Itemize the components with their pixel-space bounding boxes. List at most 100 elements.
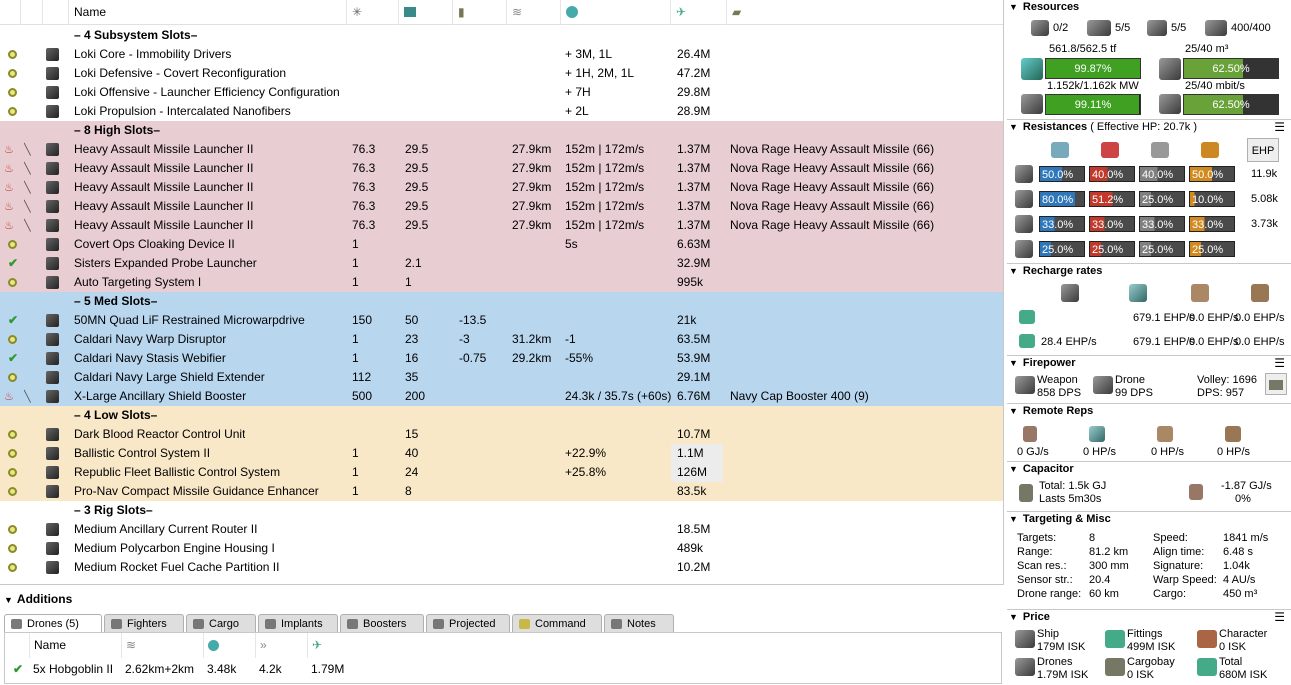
module-row[interactable]: Caldari Navy Large Shield Extender 112 35 2…	[0, 368, 1003, 387]
module-row[interactable]: Loki Propulsion - Intercalated Nanofiber…	[0, 102, 1003, 121]
tab-implants[interactable]: Implants	[258, 614, 338, 632]
tab-command[interactable]: Command	[512, 614, 602, 632]
module-row[interactable]: Pro-Nav Compact Missile Guidance Enhance…	[0, 482, 1003, 501]
active-state-icon[interactable]	[8, 425, 17, 444]
drone-price-icon[interactable]: ✈	[307, 633, 359, 658]
price-header[interactable]: ▼ Price	[1009, 611, 1050, 623]
drone-hp-icon[interactable]	[203, 633, 255, 658]
module-row[interactable]: Covert Ops Cloaking Device II 1 5s 6.63M	[0, 235, 1003, 254]
active-state-icon[interactable]	[8, 520, 17, 539]
misc-icon[interactable]	[560, 0, 670, 25]
active-state-icon[interactable]	[8, 463, 17, 482]
online-check-icon[interactable]: ✔	[8, 254, 18, 273]
drone-header-name[interactable]: Name	[29, 633, 121, 658]
module-row[interactable]: ♨ ╲ Heavy Assault Missile Launcher II 76.3 2…	[0, 216, 1003, 235]
active-state-icon[interactable]	[8, 64, 17, 83]
tab-drones[interactable]: Drones (5)	[4, 614, 102, 632]
active-state-icon[interactable]	[8, 482, 17, 501]
overheat-icon[interactable]: ♨	[4, 140, 14, 159]
tab-cargo[interactable]: Cargo	[186, 614, 256, 632]
overheat-icon[interactable]: ♨	[4, 178, 14, 197]
tab-projected[interactable]: Projected	[426, 614, 510, 632]
active-state-icon[interactable]	[8, 330, 17, 349]
online-check-icon[interactable]: ✔	[8, 349, 18, 368]
module-icon	[46, 254, 59, 273]
header-state-col[interactable]	[20, 0, 42, 25]
calibration-icon	[1031, 20, 1049, 36]
slot-section-header[interactable]: – 4 Subsystem Slots–	[0, 26, 1003, 45]
module-row[interactable]: ✔ Sisters Expanded Probe Launcher 1 2.1 32.9…	[0, 254, 1003, 273]
capacitor-use-icon[interactable]: ▮	[452, 0, 506, 25]
slot-section-header[interactable]: – 3 Rig Slots–	[0, 501, 1003, 520]
overheat-icon[interactable]: ♨	[4, 159, 14, 178]
firepower-menu-icon[interactable]: ☰	[1274, 356, 1285, 370]
misc-stat-label: Warp Speed:	[1153, 574, 1217, 586]
targeting-header[interactable]: ▼ Targeting & Misc	[1009, 513, 1111, 525]
module-row[interactable]: ♨ ╲ Heavy Assault Missile Launcher II 76.3 2…	[0, 178, 1003, 197]
recharge-header[interactable]: ▼ Recharge rates	[1009, 265, 1102, 277]
module-row[interactable]: Medium Polycarbon Engine Housing I 489k	[0, 539, 1003, 558]
module-row[interactable]: Loki Offensive - Launcher Efficiency Con…	[0, 83, 1003, 102]
drone-speed-icon[interactable]: »	[255, 633, 307, 658]
overheat-icon[interactable]: ♨	[4, 387, 14, 406]
slot-section-header[interactable]: – 8 High Slots–	[0, 121, 1003, 140]
slot-section-header[interactable]: – 5 Med Slots–	[0, 292, 1003, 311]
module-row[interactable]: ✔ 50MN Quad LiF Restrained Microwarpdrive…	[0, 311, 1003, 330]
misc-value: 152m | 172m/s	[565, 180, 645, 194]
powergrid-icon[interactable]	[398, 0, 452, 25]
resistances-menu-icon[interactable]: ☰	[1274, 120, 1285, 134]
remote-reps-header[interactable]: ▼ Remote Reps	[1009, 405, 1093, 417]
slot-section-header[interactable]: – 4 Low Slots–	[0, 406, 1003, 425]
price-value: 1.37M	[677, 180, 711, 194]
online-check-icon[interactable]: ✔	[8, 311, 18, 330]
active-state-icon[interactable]	[8, 444, 17, 463]
header-name[interactable]: Name	[68, 0, 346, 25]
range-icon[interactable]: ≋	[506, 0, 560, 25]
cpu-icon[interactable]: ✳	[346, 0, 398, 25]
resistances-header[interactable]: ▼ Resistances ( Effective HP: 20.7k )	[1009, 121, 1197, 133]
module-row[interactable]: ✔ Caldari Navy Stasis Webifier 1 16 -0.75 29.…	[0, 349, 1003, 368]
firepower-settings-button[interactable]	[1265, 373, 1287, 395]
module-row[interactable]: Republic Fleet Ballistic Control System 1…	[0, 463, 1003, 482]
active-state-icon[interactable]	[8, 539, 17, 558]
active-state-icon[interactable]	[8, 45, 17, 64]
module-row[interactable]: ♨ ╲ Heavy Assault Missile Launcher II 76.3 2…	[0, 159, 1003, 178]
additions-header[interactable]: ▼ Additions	[4, 592, 72, 606]
active-state-icon[interactable]	[8, 235, 17, 254]
capacitor-header[interactable]: ▼ Capacitor	[1009, 463, 1074, 475]
price-menu-icon[interactable]: ☰	[1274, 610, 1285, 624]
module-row[interactable]: Caldari Navy Warp Disruptor 1 23 -3 31.2km -1…	[0, 330, 1003, 349]
overheat-icon[interactable]: ♨	[4, 216, 14, 235]
module-row[interactable]: Auto Targeting System I 1 1 995k	[0, 273, 1003, 292]
drone-name[interactable]: 5x Hobgoblin II	[33, 660, 113, 678]
module-row[interactable]: ♨ ╲ Heavy Assault Missile Launcher II 76.3 2…	[0, 197, 1003, 216]
active-state-icon[interactable]	[8, 102, 17, 121]
ammo-icon[interactable]: ▰	[726, 0, 1003, 25]
module-row[interactable]: ♨ ╲ Heavy Assault Missile Launcher II 76.3 2…	[0, 140, 1003, 159]
active-state-icon[interactable]	[8, 83, 17, 102]
section-label: – 4 Low Slots–	[74, 408, 158, 422]
active-state-icon[interactable]	[8, 558, 17, 577]
tab-notes[interactable]: Notes	[604, 614, 674, 632]
overheat-icon[interactable]: ♨	[4, 197, 14, 216]
tab-fighters[interactable]: Fighters	[104, 614, 184, 632]
module-row[interactable]: ♨ ╲ X-Large Ancillary Shield Booster 500 200…	[0, 387, 1003, 406]
drone-range-icon[interactable]: ≋	[121, 633, 203, 658]
firepower-header[interactable]: ▼ Firepower	[1009, 357, 1076, 369]
price-icon[interactable]: ✈	[670, 0, 726, 25]
active-state-icon[interactable]	[8, 273, 17, 292]
module-row[interactable]: Medium Ancillary Current Router II 18.5M	[0, 520, 1003, 539]
module-row[interactable]: Dark Blood Reactor Control Unit 15 10.7M	[0, 425, 1003, 444]
ehp-button[interactable]: EHP	[1247, 138, 1279, 162]
header-icon-col[interactable]	[42, 0, 68, 25]
cpu-value: 1	[352, 256, 359, 270]
drone-active-check[interactable]: ✔	[13, 660, 23, 678]
module-row[interactable]: Medium Rocket Fuel Cache Partition II 10.…	[0, 558, 1003, 577]
range-value: 29.2km	[512, 351, 552, 365]
resources-header[interactable]: ▼ Resources	[1009, 1, 1079, 13]
module-row[interactable]: Loki Defensive - Covert Reconfiguration +…	[0, 64, 1003, 83]
module-row[interactable]: Loki Core - Immobility Drivers + 3M, 1L 26…	[0, 45, 1003, 64]
tab-boosters[interactable]: Boosters	[340, 614, 424, 632]
module-row[interactable]: Ballistic Control System II 1 40 +22.9% 1.1M	[0, 444, 1003, 463]
active-state-icon[interactable]	[8, 368, 17, 387]
